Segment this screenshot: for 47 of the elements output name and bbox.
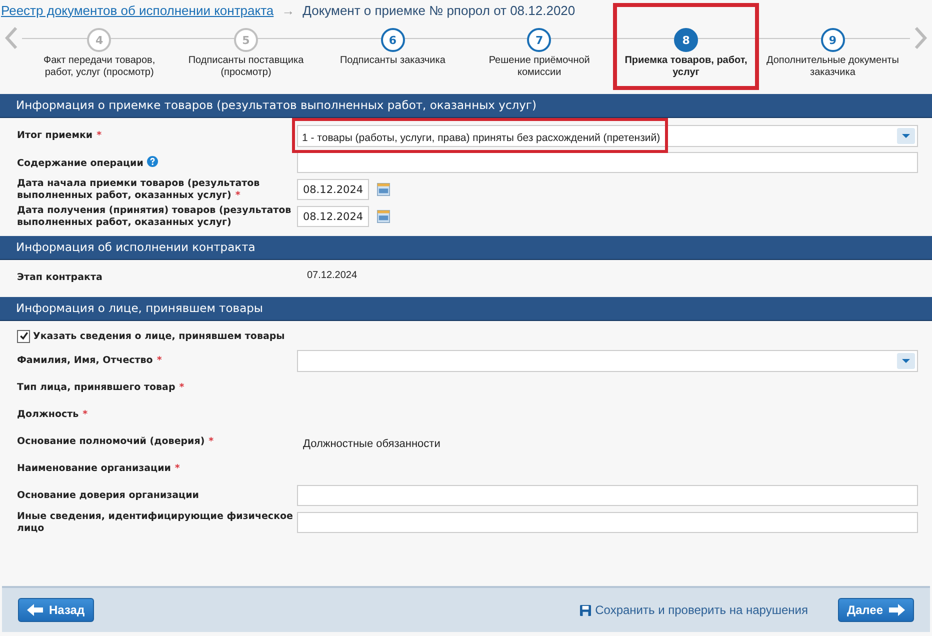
calendar-icon[interactable] bbox=[377, 183, 390, 196]
input-field[interactable] bbox=[297, 512, 918, 533]
step-label[interactable]: Приемка товаров, работ, услуг bbox=[616, 55, 756, 79]
field-label: Этап контракта bbox=[17, 272, 102, 282]
step-label[interactable]: Подписанты заказчика bbox=[340, 55, 446, 67]
breadcrumb-current: Документ о приемке № рпорол от 08.12.2020 bbox=[302, 2, 576, 18]
field-value: 07.12.2024 bbox=[306, 270, 358, 281]
help-icon[interactable] bbox=[147, 156, 158, 166]
section-header: Информация об исполнении контракта bbox=[0, 236, 932, 260]
save-link[interactable]: Сохранить и проверить на нарушения bbox=[580, 603, 808, 617]
section-header: Информация о лице, принявшем товары bbox=[0, 297, 932, 321]
next-button[interactable]: Далее bbox=[838, 598, 914, 622]
step-label[interactable]: Решение приёмочной комиссии bbox=[470, 55, 609, 79]
field-label: Должность * bbox=[17, 408, 88, 420]
step-circle[interactable]: 7 bbox=[527, 28, 552, 52]
field-label: Основание полномочий (доверия) * bbox=[17, 436, 214, 446]
checkbox-label: Указать сведения о лице, принявшем товары bbox=[33, 330, 285, 342]
field-label: Наименование организации * bbox=[17, 462, 180, 474]
field-label: Фамилия, Имя, Отчество * bbox=[17, 354, 162, 366]
dropdown-icon[interactable] bbox=[897, 352, 915, 368]
right-arrow-icon bbox=[889, 604, 905, 616]
calendar-icon[interactable] bbox=[377, 210, 390, 223]
field-label: Дата получения (принятия) товаров (результатов выполненных работ, оказанных услуг) bbox=[17, 204, 292, 228]
breadcrumb-link[interactable]: Реестр документов об исполнении контракта bbox=[1, 2, 274, 18]
dropdown-icon[interactable] bbox=[897, 128, 915, 144]
breadcrumb-separator: → bbox=[282, 2, 295, 18]
date-field[interactable]: 08.12.2024 bbox=[297, 179, 369, 200]
field-label: Основание доверия организации bbox=[17, 490, 199, 500]
step-circle[interactable]: 8 bbox=[674, 28, 698, 52]
select-value: 1 - товары (работы, услуги, права) приняты без расхождений (претензий) bbox=[302, 132, 660, 144]
field-label: Иные сведения, идентифицирующие физическое лицо bbox=[17, 510, 293, 534]
step-circle[interactable]: 6 bbox=[380, 28, 405, 52]
step-circle[interactable]: 9 bbox=[820, 28, 845, 52]
step-label[interactable]: Дополнительные документы заказчика bbox=[763, 55, 902, 79]
back-button[interactable]: Назад bbox=[18, 598, 94, 622]
input-field[interactable] bbox=[297, 152, 918, 173]
field-label: Содержание операции bbox=[17, 158, 144, 168]
field-value: Должностные обязанности bbox=[302, 438, 440, 450]
save-icon bbox=[580, 604, 592, 616]
checkbox[interactable] bbox=[17, 330, 30, 342]
input-field[interactable] bbox=[297, 485, 918, 506]
field-label: Дата начала приемки товаров (результатов выполненных работ, оказанных услуг) * bbox=[17, 178, 260, 200]
section-header: Информация о приемке товаров (результатов выполненных работ, оказанных услуг) bbox=[0, 94, 932, 118]
left-arrow-icon bbox=[27, 604, 43, 616]
date-field[interactable]: 08.12.2024 bbox=[297, 206, 369, 227]
field-label: Итог приемки * bbox=[17, 130, 102, 140]
field-label: Тип лица, принявшего товар * bbox=[17, 382, 184, 392]
